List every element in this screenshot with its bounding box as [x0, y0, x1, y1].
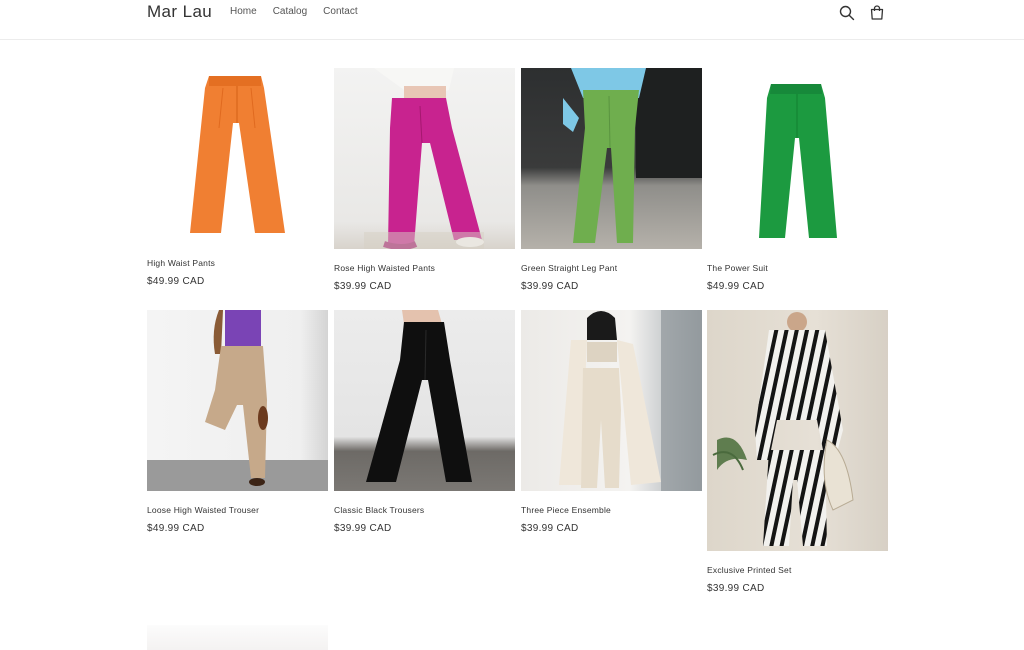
- product-card[interactable]: Loose High Waisted Trouser $49.99 CAD: [147, 310, 328, 534]
- product-title[interactable]: Rose High Waisted Pants: [334, 263, 515, 273]
- product-card[interactable]: High Waist Pants $49.99 CAD: [147, 68, 328, 287]
- product-price: $39.99 CAD: [521, 523, 579, 534]
- green-suit-image[interactable]: [707, 68, 888, 249]
- product-title[interactable]: Three Piece Ensemble: [521, 505, 702, 515]
- printed-set-image[interactable]: [707, 310, 888, 551]
- product-title[interactable]: High Waist Pants: [147, 258, 328, 268]
- product-card[interactable]: Classic Black Trousers $39.99 CAD: [334, 310, 515, 534]
- product-card[interactable]: Exclusive Printed Set $39.99 CAD: [707, 310, 888, 594]
- product-card[interactable]: Green Straight Leg Pant $39.99 CAD: [521, 68, 702, 292]
- product-price: $39.99 CAD: [334, 523, 392, 534]
- product-price: $39.99 CAD: [707, 583, 765, 594]
- orange-pants-image[interactable]: [147, 68, 328, 249]
- product-card[interactable]: Three Piece Ensemble $39.99 CAD: [521, 310, 702, 534]
- product-price: $39.99 CAD: [334, 281, 392, 292]
- product-title[interactable]: Classic Black Trousers: [334, 505, 515, 515]
- green-pants-image[interactable]: [521, 68, 702, 249]
- product-price: $49.99 CAD: [147, 523, 205, 534]
- product-price: $39.99 CAD: [521, 281, 579, 292]
- next-row-product-image[interactable]: [147, 625, 328, 650]
- nav-contact[interactable]: Contact: [323, 6, 357, 17]
- cream-ensemble-image[interactable]: [521, 310, 702, 491]
- product-title[interactable]: The Power Suit: [707, 263, 888, 273]
- brand-logo[interactable]: Mar Lau: [147, 2, 212, 22]
- product-price: $49.99 CAD: [707, 281, 765, 292]
- search-icon[interactable]: [838, 4, 856, 22]
- pink-pants-image[interactable]: [334, 68, 515, 249]
- site-header: Mar Lau Home Catalog Contact: [0, 0, 1024, 40]
- main-nav: Home Catalog Contact: [230, 6, 358, 17]
- cart-icon[interactable]: [868, 4, 886, 22]
- product-title[interactable]: Loose High Waisted Trouser: [147, 505, 328, 515]
- beige-trouser-image[interactable]: [147, 310, 328, 491]
- nav-home[interactable]: Home: [230, 6, 257, 17]
- product-card[interactable]: The Power Suit $49.99 CAD: [707, 68, 888, 292]
- product-title[interactable]: Green Straight Leg Pant: [521, 263, 702, 273]
- product-price: $49.99 CAD: [147, 276, 205, 287]
- product-card[interactable]: Rose High Waisted Pants $39.99 CAD: [334, 68, 515, 292]
- nav-catalog[interactable]: Catalog: [273, 6, 307, 17]
- product-title[interactable]: Exclusive Printed Set: [707, 565, 888, 575]
- black-trouser-image[interactable]: [334, 310, 515, 491]
